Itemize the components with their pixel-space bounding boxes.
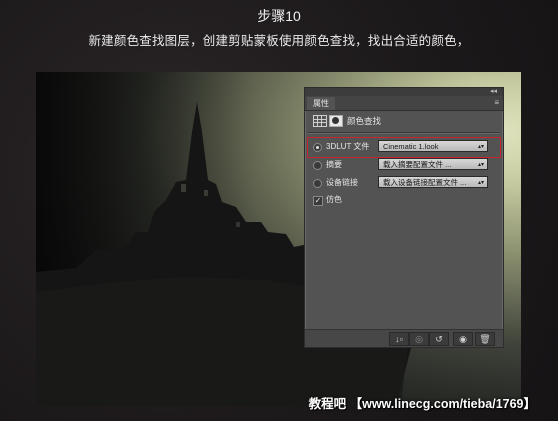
- radio-abstract[interactable]: [313, 161, 322, 170]
- chevron-updown-icon: ▴▾: [477, 180, 484, 186]
- option-dither: ✓ 仿色: [313, 193, 495, 207]
- step-description: 新建颜色查找图层，创建剪贴蒙板使用颜色查找，找出合适的颜色，: [88, 34, 470, 48]
- trash-icon[interactable]: 🗑: [475, 332, 495, 346]
- step-title: 步骤10: [257, 8, 301, 24]
- panel-title-bar: ◂◂: [305, 88, 503, 96]
- option-abstract: 摘要 载入摘要配置文件 ... ▴▾: [313, 158, 495, 172]
- select-value-device-link: 载入设备链接配置文件 ...: [383, 178, 467, 187]
- visibility-eye-icon[interactable]: ◉: [453, 332, 473, 346]
- dither-checkbox[interactable]: ✓: [313, 196, 323, 206]
- tab-properties[interactable]: 属性: [307, 97, 335, 110]
- panel-footer: ↓▫ ◎ ↺ ◉ 🗑: [305, 329, 503, 347]
- radio-3dlut[interactable]: [313, 143, 322, 152]
- option-label-abstract: 摘要: [326, 160, 342, 169]
- panel-tab-bar: 属性 ≡: [305, 96, 503, 111]
- option-label-3dlut: 3DLUT 文件: [326, 142, 370, 151]
- select-value-3dlut: Cinematic 1.look: [383, 142, 439, 151]
- properties-panel: ◂◂ 属性 ≡ 颜色查找 3DLUT 文件 Cinematic 1.look ▴…: [304, 87, 504, 348]
- adjustment-title: 颜色查找: [347, 116, 382, 126]
- option-label-device-link: 设备链接: [326, 178, 358, 187]
- adjustment-grid-icon: [313, 115, 327, 127]
- reset-icon[interactable]: ↺: [429, 332, 449, 346]
- radio-device-link[interactable]: [313, 179, 322, 188]
- option-3dlut: 3DLUT 文件 Cinematic 1.look ▴▾: [313, 140, 495, 154]
- dither-label: 仿色: [326, 195, 342, 204]
- chevron-updown-icon: ▴▾: [477, 144, 484, 150]
- adjustment-header: 颜色查找: [313, 114, 493, 128]
- select-device-link[interactable]: 载入设备链接配置文件 ... ▴▾: [378, 176, 488, 188]
- select-abstract[interactable]: 载入摘要配置文件 ... ▴▾: [378, 158, 488, 170]
- divider: [307, 132, 499, 134]
- watermark: 教程吧 【www.linecg.com/tieba/1769】: [308, 397, 536, 411]
- select-3dlut[interactable]: Cinematic 1.look ▴▾: [378, 140, 488, 152]
- panel-menu-icon[interactable]: ≡: [494, 97, 499, 109]
- layer-mask-icon[interactable]: [329, 115, 343, 127]
- chevron-updown-icon: ▴▾: [477, 162, 484, 168]
- option-device-link: 设备链接 载入设备链接配置文件 ... ▴▾: [313, 176, 495, 190]
- collapse-icon[interactable]: ◂◂: [490, 88, 497, 96]
- view-previous-state-icon[interactable]: ◎: [409, 332, 429, 346]
- select-value-abstract: 载入摘要配置文件 ...: [383, 160, 452, 169]
- clip-to-layer-icon[interactable]: ↓▫: [389, 332, 409, 346]
